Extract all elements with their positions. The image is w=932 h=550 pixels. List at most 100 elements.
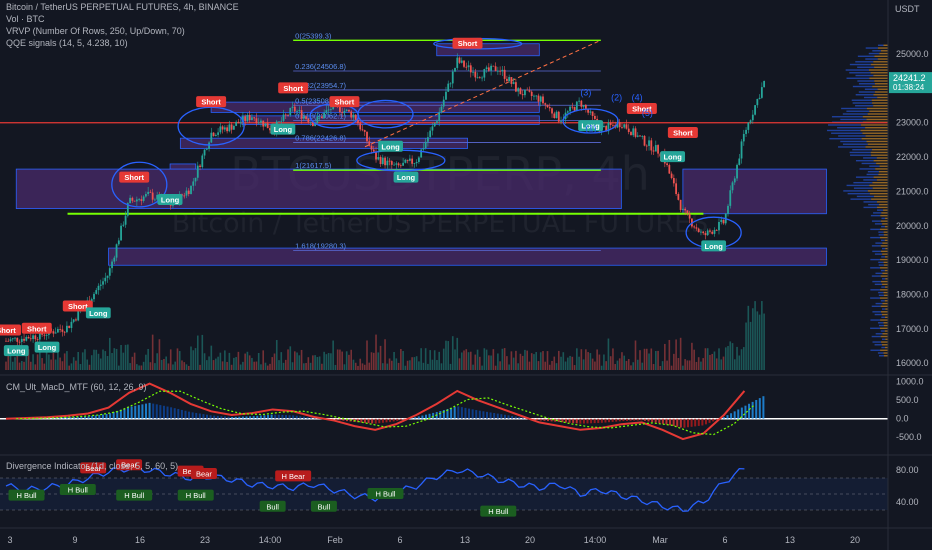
candle-body (436, 121, 438, 124)
watermark-name: Bitcoin / TetherUS PERPETUAL FUTURES (172, 208, 709, 239)
profile-bar (853, 187, 873, 189)
macd-histogram-bar (144, 403, 147, 419)
volume-bar (420, 348, 422, 370)
macd-histogram-bar (453, 406, 456, 419)
volume-bar (481, 365, 483, 370)
macd-histogram-bar (457, 406, 460, 419)
profile-bar (864, 88, 878, 90)
fib-label: 0.618(23062.1) (295, 112, 346, 121)
candle-body (546, 104, 549, 108)
macd-histogram-bar (292, 415, 295, 419)
profile-bar (878, 324, 884, 327)
profile-bar (881, 256, 885, 258)
volume-bar (345, 351, 348, 370)
candle-body (63, 331, 66, 333)
candle-body (627, 128, 630, 133)
volume-bar (724, 347, 727, 370)
volume-bar (372, 352, 375, 370)
volume-bar (233, 357, 235, 370)
candle-body (108, 268, 111, 276)
volume-bar (510, 351, 513, 370)
volume-bar (99, 358, 102, 370)
volume-bar (81, 352, 84, 370)
profile-bar (879, 297, 888, 299)
macd-histogram-bar (647, 418, 650, 422)
volume-bar (122, 352, 125, 370)
candle-body (363, 130, 366, 132)
volume-bar (264, 362, 267, 370)
volume-bar (239, 364, 242, 370)
macd-histogram-bar (579, 418, 582, 424)
candle-body (381, 157, 384, 164)
profile-bar (871, 275, 881, 277)
volume-bar (585, 349, 587, 370)
candle-body (99, 284, 102, 286)
zone-rect (436, 43, 540, 57)
profile-bar (877, 47, 888, 49)
macd-histogram-bar (460, 407, 463, 419)
candle-body (214, 134, 217, 136)
volume-bar (679, 337, 682, 370)
profile-bar (883, 352, 888, 354)
volume-bar (312, 355, 314, 370)
signal-label: Short (68, 302, 88, 311)
volume-bar (375, 334, 377, 370)
macd-histogram-bar (478, 410, 481, 419)
volume-bar (763, 313, 765, 370)
candle-body (442, 99, 445, 107)
profile-bar (880, 349, 888, 351)
volume-bar (386, 363, 389, 370)
profile-bar (841, 107, 867, 110)
profile-bar (846, 77, 870, 79)
volume-bar (605, 361, 607, 370)
volume-bar (422, 362, 425, 370)
macd-histogram-bar (586, 418, 589, 424)
volume-bar (553, 356, 556, 370)
time-tick-label: 14:00 (584, 535, 607, 545)
profile-bar (849, 63, 871, 66)
candle-body (490, 65, 492, 71)
profile-bar (865, 58, 878, 60)
candle-body (530, 91, 533, 97)
candle-body (603, 125, 605, 128)
candle-body (61, 329, 64, 332)
candle-body (672, 178, 675, 184)
macd-histogram-bar (633, 418, 636, 421)
volume-bar (379, 345, 382, 370)
profile-bar (876, 201, 888, 203)
volume-bar (298, 355, 301, 370)
candle-body (302, 116, 305, 119)
macd-histogram-bar (708, 418, 711, 423)
profile-bar (842, 113, 868, 115)
macd-histogram-bar (604, 418, 607, 423)
macd-histogram-bar (593, 418, 596, 424)
profile-bar (867, 170, 879, 173)
volume-bar (336, 349, 339, 370)
profile-bar (879, 165, 888, 167)
volume-bar (733, 359, 736, 370)
profile-bar (880, 228, 888, 231)
time-tick-label: 14:00 (259, 535, 282, 545)
macd-histogram-bar (482, 411, 485, 419)
macd-histogram-bar (625, 418, 628, 421)
divergence-label: H Bull (375, 490, 395, 499)
volume-bar (673, 353, 675, 370)
candle-body (668, 165, 671, 174)
volume-bar (424, 348, 427, 370)
divergence-label: Bear (196, 470, 212, 479)
profile-bar (876, 157, 888, 159)
volume-bar (587, 352, 589, 370)
candle-body (354, 114, 357, 120)
profile-bar (846, 110, 870, 112)
candle-body (582, 105, 585, 107)
volume-bar (544, 361, 547, 370)
profile-bar (870, 72, 888, 74)
volume-bar (20, 360, 23, 370)
candle-body (736, 164, 738, 179)
candle-body (505, 78, 508, 82)
candle-body (632, 128, 635, 136)
candle-body (456, 57, 459, 68)
volume-bar (294, 351, 296, 370)
time-tick-label: Mar (652, 535, 668, 545)
profile-bar (858, 91, 875, 93)
